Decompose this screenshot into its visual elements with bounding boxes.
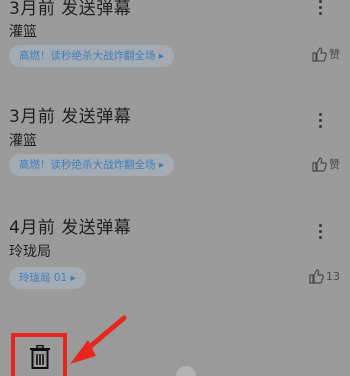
item-name: 灌篮 [9,133,37,149]
item-name: 灌篮 [9,24,37,40]
more-vertical-icon[interactable] [319,224,323,242]
item-name: 玲珑局 [9,244,51,260]
more-vertical-icon[interactable] [319,0,323,18]
list-item[interactable]: 4月前 发送弹幕 玲珑局 玲珑局 01 ▸ 13 [0,207,350,319]
list-item[interactable]: 3月前 发送弹幕 灌篮 高燃！读秒绝杀大战炸翻全场 ▸ 赞 [0,96,350,208]
trash-icon[interactable] [29,345,51,369]
list-item[interactable]: 3月前 发送弹幕 灌篮 高燃！读秒绝杀大战炸翻全场 ▸ 赞 [0,0,350,100]
item-title: 3月前 发送弹幕 [9,0,132,19]
thumbs-up-icon [312,157,327,172]
item-title: 3月前 发送弹幕 [9,107,132,127]
item-title: 4月前 发送弹幕 [9,218,132,238]
like-count: 13 [326,269,340,283]
video-tag[interactable]: 高燃！读秒绝杀大战炸翻全场 ▸ [9,154,175,176]
like-count: 赞 [329,48,340,61]
dimmed-list: 3月前 发送弹幕 灌篮 高燃！读秒绝杀大战炸翻全场 ▸ 赞 3月前 发送弹幕 灌… [0,0,350,316]
like-button[interactable]: 赞 [311,46,340,62]
thumbs-up-icon [309,269,324,284]
more-vertical-icon[interactable] [319,113,323,131]
like-count: 赞 [329,158,340,171]
like-button[interactable]: 赞 [311,156,340,172]
thumbs-up-icon [312,47,327,62]
video-tag[interactable]: 玲珑局 01 ▸ [9,267,86,289]
video-tag[interactable]: 高燃！读秒绝杀大战炸翻全场 ▸ [9,45,175,67]
like-button[interactable]: 13 [308,268,340,284]
